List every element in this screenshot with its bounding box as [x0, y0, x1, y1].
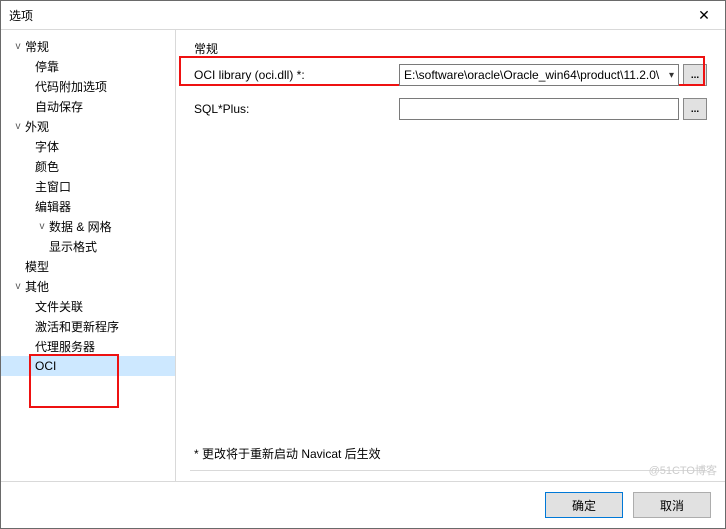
- chevron-down-icon: ▾: [665, 70, 674, 81]
- sqlplus-label: SQL*Plus:: [190, 102, 399, 116]
- tree-item-editor[interactable]: 编辑器: [1, 196, 175, 216]
- oci-library-value: E:\software\oracle\Oracle_win64\product\…: [404, 68, 659, 82]
- window-title: 选项: [1, 7, 33, 24]
- oci-library-label: OCI library (oci.dll) *:: [190, 68, 399, 82]
- tree-label: 常规: [25, 38, 49, 55]
- tree-item-mainwindow[interactable]: 主窗口: [1, 176, 175, 196]
- sqlplus-browse-button[interactable]: ...: [683, 98, 707, 120]
- tree-label: 文件关联: [35, 298, 83, 315]
- tree-item-other[interactable]: v 其他: [1, 276, 175, 296]
- close-button[interactable]: ✕: [683, 1, 725, 29]
- tree-label: 停靠: [35, 58, 59, 75]
- tree-item-color[interactable]: 颜色: [1, 156, 175, 176]
- chevron-down-icon: v: [11, 281, 25, 292]
- group-title: 常规: [190, 40, 707, 57]
- chevron-down-icon: v: [35, 221, 49, 232]
- tree-label: 代理服务器: [35, 338, 95, 355]
- tree-item-docking[interactable]: 停靠: [1, 56, 175, 76]
- tree-label: 数据 & 网格: [49, 218, 112, 235]
- ok-button[interactable]: 确定: [545, 492, 623, 518]
- tree-item-font[interactable]: 字体: [1, 136, 175, 156]
- tree-item-general[interactable]: v 常规: [1, 36, 175, 56]
- oci-library-combo[interactable]: E:\software\oracle\Oracle_win64\product\…: [399, 64, 679, 86]
- sqlplus-input[interactable]: [399, 98, 679, 120]
- chevron-down-icon: v: [11, 121, 25, 132]
- tree-label: 主窗口: [35, 178, 71, 195]
- oci-browse-button[interactable]: ...: [683, 64, 707, 86]
- tree-item-activation-update[interactable]: 激活和更新程序: [1, 316, 175, 336]
- tree-item-model[interactable]: 模型: [1, 256, 175, 276]
- restart-note: * 更改将于重新启动 Navicat 后生效: [190, 439, 707, 471]
- dialog-button-row: 确定 取消: [1, 481, 725, 528]
- tree-item-autosave[interactable]: 自动保存: [1, 96, 175, 116]
- tree-label: 字体: [35, 138, 59, 155]
- cancel-button[interactable]: 取消: [633, 492, 711, 518]
- tree-item-code-addon[interactable]: 代码附加选项: [1, 76, 175, 96]
- dialog-body: v 常规 停靠 代码附加选项 自动保存 v 外观 字体 颜色: [1, 30, 725, 481]
- tree-label: 激活和更新程序: [35, 318, 119, 335]
- row-sqlplus: SQL*Plus: ...: [190, 95, 707, 123]
- tree-label: 编辑器: [35, 198, 71, 215]
- tree-item-proxy[interactable]: 代理服务器: [1, 336, 175, 356]
- tree-label: 颜色: [35, 158, 59, 175]
- tree-label: 自动保存: [35, 98, 83, 115]
- options-dialog: 选项 ✕ v 常规 停靠 代码附加选项 自动保存 v 外观 字体: [0, 0, 726, 529]
- titlebar: 选项 ✕: [1, 1, 725, 30]
- tree-item-oci[interactable]: OCI: [1, 356, 175, 376]
- tree-label: 代码附加选项: [35, 78, 107, 95]
- tree-label: OCI: [35, 359, 56, 373]
- tree-item-display-format[interactable]: 显示格式: [1, 236, 175, 256]
- options-tree: v 常规 停靠 代码附加选项 自动保存 v 外观 字体 颜色: [1, 30, 176, 481]
- chevron-down-icon: v: [11, 41, 25, 52]
- tree-label: 显示格式: [49, 238, 97, 255]
- content-pane: 常规 OCI library (oci.dll) *: E:\software\…: [176, 30, 725, 481]
- tree-label: 模型: [25, 258, 49, 275]
- row-oci-library: OCI library (oci.dll) *: E:\software\ora…: [190, 61, 707, 89]
- tree-item-data-grid[interactable]: v 数据 & 网格: [1, 216, 175, 236]
- tree-item-file-assoc[interactable]: 文件关联: [1, 296, 175, 316]
- tree-label: 其他: [25, 278, 49, 295]
- tree-label: 外观: [25, 118, 49, 135]
- tree-item-appearance[interactable]: v 外观: [1, 116, 175, 136]
